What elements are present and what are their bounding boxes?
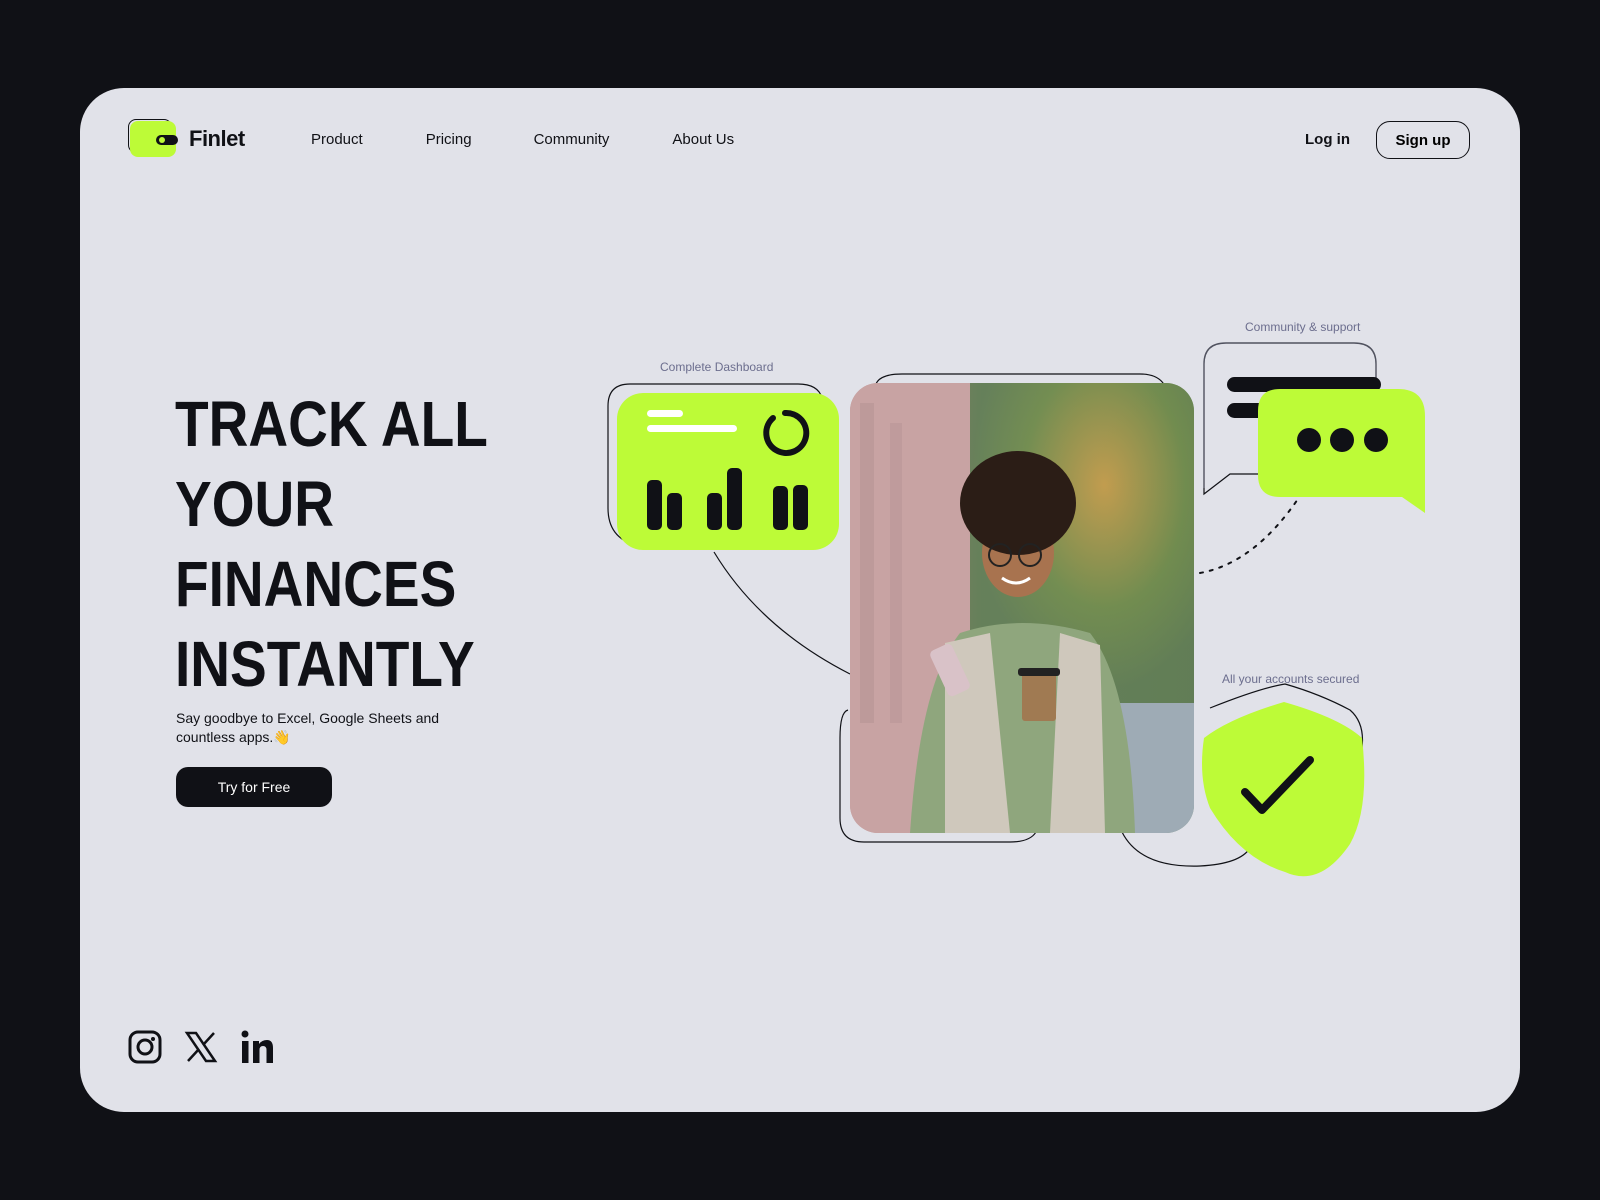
instagram-icon[interactable] <box>128 1030 162 1064</box>
social-links <box>128 1030 274 1064</box>
hero-photo <box>850 383 1194 833</box>
connector-lines <box>607 342 1377 867</box>
woman-with-phone-photo <box>850 383 1194 833</box>
x-icon[interactable] <box>184 1030 218 1064</box>
linkedin-icon[interactable] <box>240 1030 274 1064</box>
landing-card: Finlet Product Pricing Community About U… <box>80 88 1520 1112</box>
